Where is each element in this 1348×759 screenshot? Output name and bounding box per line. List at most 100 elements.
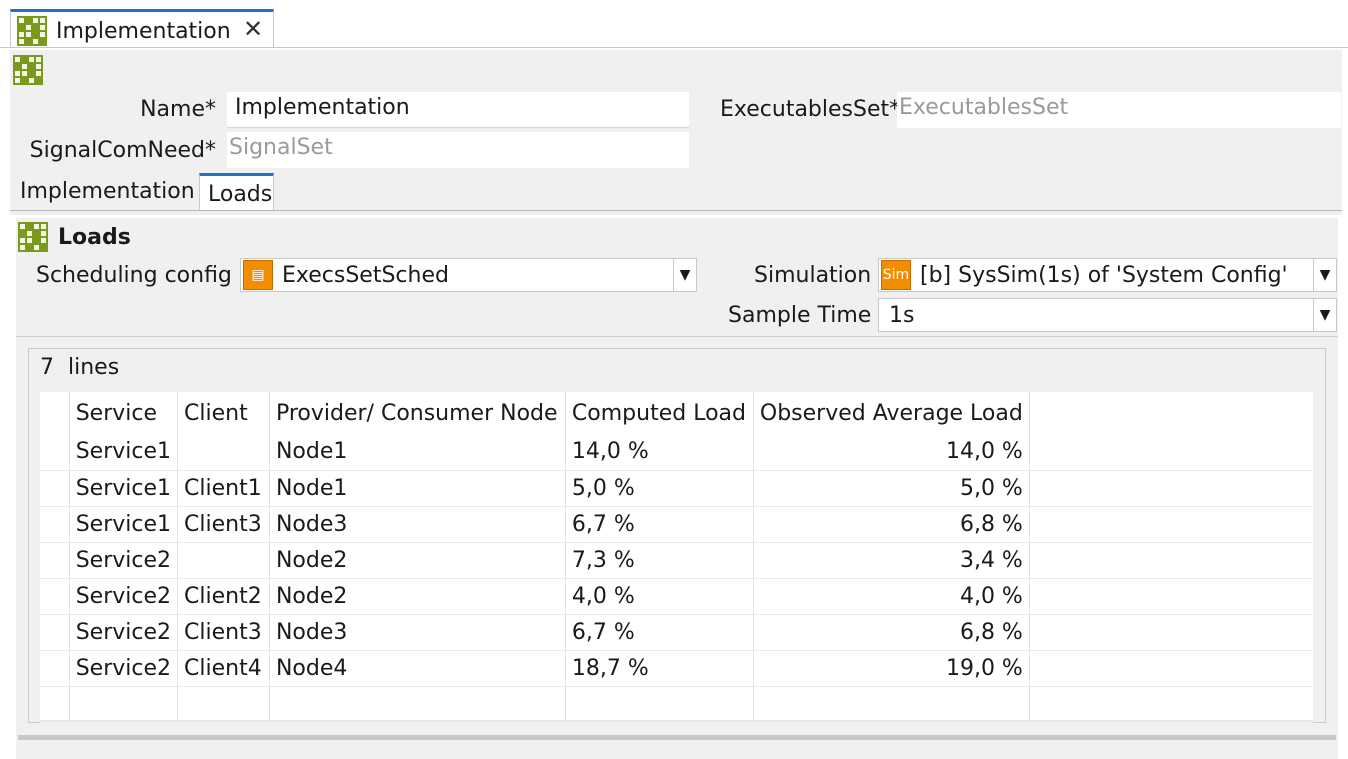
scheduling-config-label: Scheduling config: [36, 263, 232, 288]
table-row[interactable]: Service2 Client2 Node2 4,0 % 4,0 %: [40, 578, 1313, 615]
loads-title: Loads: [58, 225, 131, 250]
empty-cell: [565, 686, 754, 723]
sim-icon: Sim: [881, 260, 911, 290]
line-count-suffix: lines: [68, 355, 120, 380]
cell-computed-load[interactable]: 18,7 %: [565, 650, 754, 687]
cell-client[interactable]: Client2: [177, 578, 270, 615]
cell-filler: [1029, 434, 1313, 471]
table-header-row: Service Client Provider/ Consumer Node C…: [40, 392, 1313, 434]
line-count-number: 7: [40, 355, 54, 380]
cell-service[interactable]: Service2: [69, 614, 179, 651]
row-header[interactable]: [40, 470, 70, 507]
cell-filler: [1029, 506, 1313, 543]
row-header[interactable]: [40, 542, 70, 579]
row-header[interactable]: [40, 614, 70, 651]
cell-filler: [1029, 542, 1313, 579]
cell-computed-load[interactable]: 5,0 %: [565, 470, 754, 507]
column-header-service[interactable]: Service: [69, 392, 179, 434]
cell-service[interactable]: Service2: [69, 578, 179, 615]
editor-tab-title: Implementation: [56, 19, 231, 44]
chevron-down-icon[interactable]: ▼: [1313, 299, 1336, 331]
sample-time-select[interactable]: 1s ▼: [878, 298, 1337, 332]
cell-node[interactable]: Node2: [269, 542, 566, 579]
cell-service[interactable]: Service2: [69, 542, 179, 579]
table-row[interactable]: Service2 Client3 Node3 6,7 % 6,8 %: [40, 614, 1313, 651]
line-count: 7 lines: [40, 355, 119, 380]
cell-service[interactable]: Service1: [69, 470, 179, 507]
cell-node[interactable]: Node3: [269, 506, 566, 543]
name-field[interactable]: Implementation: [227, 92, 689, 128]
editor-tab-implementation[interactable]: Implementation ✕: [10, 9, 274, 47]
cell-node[interactable]: Node4: [269, 650, 566, 687]
implementation-icon: [13, 55, 43, 85]
loads-table-container[interactable]: Service Client Provider/ Consumer Node C…: [40, 392, 1313, 723]
tab-implementation[interactable]: Implementation: [12, 173, 203, 211]
empty-cell: [753, 686, 1030, 723]
row-header[interactable]: [40, 578, 70, 615]
cell-client[interactable]: Client3: [177, 614, 270, 651]
cell-observed-load[interactable]: 14,0 %: [753, 434, 1030, 471]
column-header-node[interactable]: Provider/ Consumer Node: [269, 392, 566, 434]
cell-client[interactable]: [177, 542, 270, 579]
cell-computed-load[interactable]: 4,0 %: [565, 578, 754, 615]
cell-observed-load[interactable]: 6,8 %: [753, 506, 1030, 543]
simulation-select[interactable]: Sim [b] SysSim(1s) of 'System Config' ▼: [878, 258, 1337, 292]
scheduling-config-value: ExecsSetSched: [282, 263, 449, 288]
cell-computed-load[interactable]: 6,7 %: [565, 506, 754, 543]
cell-client[interactable]: Client4: [177, 650, 270, 687]
cell-service[interactable]: Service2: [69, 650, 179, 687]
cell-observed-load[interactable]: 5,0 %: [753, 470, 1030, 507]
row-header[interactable]: [40, 434, 70, 471]
empty-cell: [69, 686, 179, 723]
column-header-client[interactable]: Client: [177, 392, 270, 434]
row-header-corner: [40, 392, 70, 434]
cell-observed-load[interactable]: 4,0 %: [753, 578, 1030, 615]
cell-computed-load[interactable]: 14,0 %: [565, 434, 754, 471]
cell-node[interactable]: Node3: [269, 614, 566, 651]
column-header-computed-load[interactable]: Computed Load: [565, 392, 754, 434]
table-row[interactable]: Service1 Client1 Node1 5,0 % 5,0 %: [40, 470, 1313, 507]
chevron-down-icon[interactable]: ▼: [1313, 259, 1336, 291]
cell-node[interactable]: Node2: [269, 578, 566, 615]
column-filler: [1029, 392, 1313, 434]
empty-cell: [177, 686, 270, 723]
tab-divider: [10, 210, 1342, 211]
simulation-value: [b] SysSim(1s) of 'System Config': [920, 263, 1288, 288]
close-icon[interactable]: ✕: [243, 15, 263, 43]
cell-node[interactable]: Node1: [269, 470, 566, 507]
cell-service[interactable]: Service1: [69, 506, 179, 543]
sample-time-value: 1s: [889, 303, 915, 328]
chevron-down-icon[interactable]: ▼: [673, 259, 696, 291]
executables-set-field[interactable]: ExecutablesSet: [897, 92, 1341, 128]
table-row[interactable]: Service2 Node2 7,3 % 3,4 %: [40, 542, 1313, 579]
table-row[interactable]: Service1 Node1 14,0 % 14,0 %: [40, 434, 1313, 471]
row-header[interactable]: [40, 650, 70, 687]
cell-filler: [1029, 650, 1313, 687]
cell-node[interactable]: Node1: [269, 434, 566, 471]
cell-client[interactable]: Client1: [177, 470, 270, 507]
cell-observed-load[interactable]: 6,8 %: [753, 614, 1030, 651]
loads-table: Service Client Provider/ Consumer Node C…: [40, 392, 1313, 723]
tab-loads[interactable]: Loads: [199, 173, 274, 211]
scheduling-config-select[interactable]: ▤ ExecsSetSched ▼: [240, 258, 697, 292]
cell-filler: [1029, 578, 1313, 615]
row-header[interactable]: [40, 506, 70, 543]
cell-client[interactable]: [177, 434, 270, 471]
horizontal-scrollbar[interactable]: [18, 735, 1336, 740]
table-row[interactable]: Service2 Client4 Node4 18,7 % 19,0 %: [40, 650, 1313, 687]
cell-observed-load[interactable]: 19,0 %: [753, 650, 1030, 687]
cell-observed-load[interactable]: 3,4 %: [753, 542, 1030, 579]
tab-strip-divider: [0, 47, 1348, 48]
cell-client[interactable]: Client3: [177, 506, 270, 543]
cell-computed-load[interactable]: 7,3 %: [565, 542, 754, 579]
signal-com-need-label: SignalComNeed*: [29, 138, 216, 163]
cell-service[interactable]: Service1: [69, 434, 179, 471]
implementation-icon: [17, 16, 47, 46]
column-header-observed-load[interactable]: Observed Average Load: [753, 392, 1030, 434]
empty-cell: [1029, 686, 1313, 723]
loads-icon: [18, 222, 48, 252]
signal-com-need-field[interactable]: SignalSet: [227, 132, 689, 168]
cell-computed-load[interactable]: 6,7 %: [565, 614, 754, 651]
table-row[interactable]: Service1 Client3 Node3 6,7 % 6,8 %: [40, 506, 1313, 543]
executables-set-label: ExecutablesSet*: [720, 97, 901, 122]
